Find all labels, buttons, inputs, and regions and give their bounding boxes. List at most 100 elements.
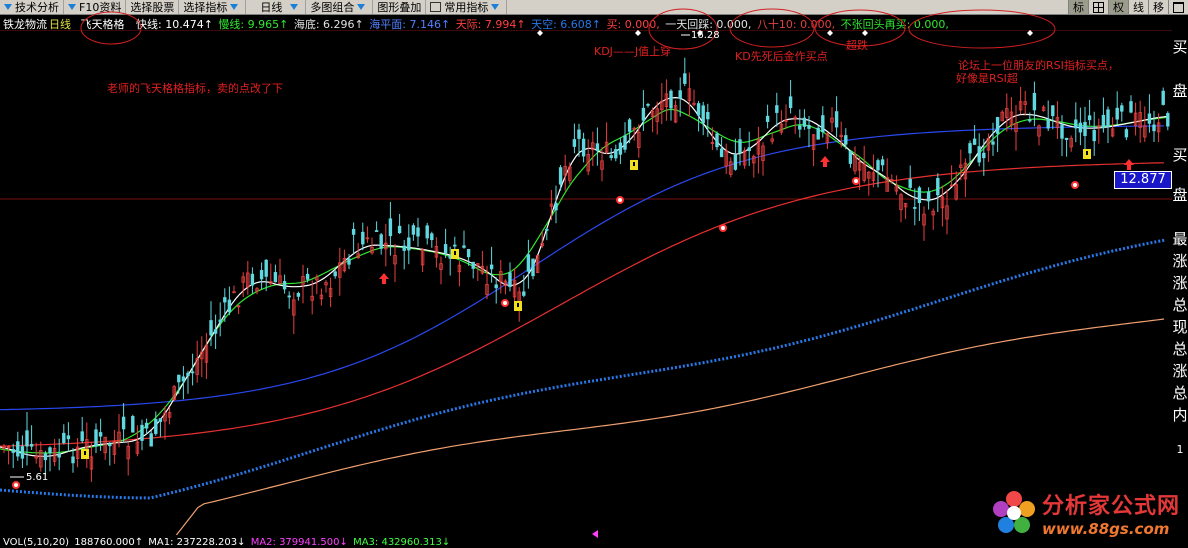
candle-body bbox=[259, 270, 264, 280]
kline-chart[interactable] bbox=[0, 30, 1172, 535]
candle-body bbox=[1051, 105, 1055, 117]
candle-body bbox=[545, 229, 549, 231]
candle-body bbox=[411, 225, 416, 235]
low-price-label: 5.61 bbox=[26, 472, 49, 483]
candle-body bbox=[57, 453, 61, 458]
side-disk-1: 盘 bbox=[1172, 82, 1188, 100]
candle-body bbox=[416, 227, 420, 237]
signal-box-glyph bbox=[84, 451, 86, 455]
candle-body bbox=[802, 117, 807, 127]
candle-body bbox=[494, 284, 498, 289]
sealevel-line bbox=[0, 125, 1164, 411]
candle-body bbox=[186, 372, 190, 377]
vol-value: 188760.000↑ bbox=[74, 537, 144, 548]
buy-ring-mark bbox=[501, 299, 509, 307]
candle-body bbox=[305, 273, 310, 280]
candle-body bbox=[788, 96, 793, 109]
vol-ma2: MA2: 379941.500↓ bbox=[250, 537, 348, 548]
vol-ma1: MA1: 237228.203↓ bbox=[148, 537, 246, 548]
signal-box-glyph bbox=[633, 162, 635, 166]
candle-body bbox=[531, 258, 535, 277]
candle-body bbox=[623, 135, 627, 150]
watermark-url: www.88gs.com bbox=[1042, 520, 1170, 538]
diamond-mark bbox=[1027, 30, 1033, 36]
diamond-mark bbox=[827, 30, 833, 36]
candle-body bbox=[968, 143, 972, 154]
candle-body bbox=[995, 117, 1000, 134]
candle-body bbox=[508, 272, 512, 288]
volume-status-line: VOL(5,10,20) 188760.000↑ MA1: 237228.203… bbox=[3, 537, 452, 548]
candle-body bbox=[223, 297, 227, 303]
diamond-mark bbox=[862, 30, 868, 36]
candle-body bbox=[526, 254, 531, 272]
candle-body bbox=[880, 159, 885, 166]
candle-body bbox=[618, 142, 623, 155]
candle-body bbox=[453, 244, 457, 247]
space-line bbox=[0, 238, 1166, 500]
candle-body bbox=[834, 111, 839, 128]
side-rise-3: 涨 bbox=[1172, 362, 1188, 380]
candle-body bbox=[1166, 113, 1170, 127]
side-rise-2: 涨 bbox=[1172, 274, 1188, 292]
candle-body bbox=[374, 230, 379, 232]
candle-body bbox=[213, 329, 218, 334]
vol-label: VOL(5,10,20) bbox=[3, 537, 70, 548]
candle-body bbox=[775, 105, 779, 113]
candle-body bbox=[738, 139, 742, 154]
side-one: 1 bbox=[1176, 443, 1184, 456]
candle-body bbox=[62, 432, 66, 444]
candle-body bbox=[1106, 109, 1110, 127]
candle-body bbox=[715, 133, 719, 148]
diamond-mark bbox=[635, 30, 641, 36]
candle-body bbox=[719, 148, 724, 158]
candle-body bbox=[177, 374, 181, 383]
candle-body bbox=[20, 446, 25, 459]
candle-body bbox=[609, 155, 613, 158]
buy-ring-mark bbox=[616, 196, 624, 204]
candle-body bbox=[397, 225, 402, 234]
signal-box-glyph bbox=[517, 303, 519, 307]
candle-body bbox=[190, 371, 195, 374]
side-total-1: 总 bbox=[1172, 296, 1188, 314]
scroll-marker-icon[interactable] bbox=[592, 530, 598, 538]
candle-body bbox=[581, 138, 586, 157]
signal-box-glyph bbox=[454, 251, 456, 255]
candle-body bbox=[807, 124, 811, 129]
candle-body bbox=[1074, 119, 1078, 129]
candle-body bbox=[264, 259, 268, 277]
candle-body bbox=[282, 281, 287, 290]
candle-body bbox=[66, 435, 71, 440]
up-arrow-mark bbox=[379, 273, 389, 284]
candle-body bbox=[16, 441, 20, 457]
candle-body bbox=[1078, 122, 1083, 133]
buy-ring-mark bbox=[1071, 181, 1079, 189]
candle-body bbox=[108, 443, 112, 447]
candle-body bbox=[154, 419, 158, 434]
buy-ring-mark bbox=[12, 481, 20, 489]
candle-body bbox=[936, 178, 940, 196]
candle-body bbox=[1046, 118, 1050, 129]
candle-body bbox=[80, 431, 84, 442]
candle-body bbox=[1129, 101, 1133, 113]
candle-body bbox=[1028, 119, 1032, 122]
candle-body bbox=[1101, 114, 1106, 129]
candle-body bbox=[218, 319, 222, 323]
candle-body bbox=[443, 244, 448, 254]
candle-body bbox=[1064, 137, 1069, 140]
candle-body bbox=[296, 292, 301, 297]
side-panel: 买 盘 买 盘 最 涨 涨 总 现 总 涨 总 内 1 bbox=[1172, 30, 1188, 456]
candle-body bbox=[471, 261, 475, 269]
buy-ring-mark bbox=[852, 177, 860, 185]
candle-body bbox=[614, 149, 618, 159]
candle-body bbox=[1060, 124, 1064, 139]
oversold-note: 超跌 bbox=[846, 39, 868, 52]
candle-body bbox=[1115, 107, 1119, 120]
candle-body bbox=[430, 233, 434, 241]
up-arrow-mark bbox=[820, 156, 830, 167]
candle-body bbox=[250, 273, 255, 286]
diamond-mark bbox=[537, 30, 543, 36]
watermark-logo: 分析家公式网 www.88gs.com bbox=[990, 488, 1180, 538]
candle-body bbox=[1161, 90, 1165, 105]
candle-body bbox=[379, 234, 383, 249]
side-total-3: 总 bbox=[1172, 384, 1188, 402]
